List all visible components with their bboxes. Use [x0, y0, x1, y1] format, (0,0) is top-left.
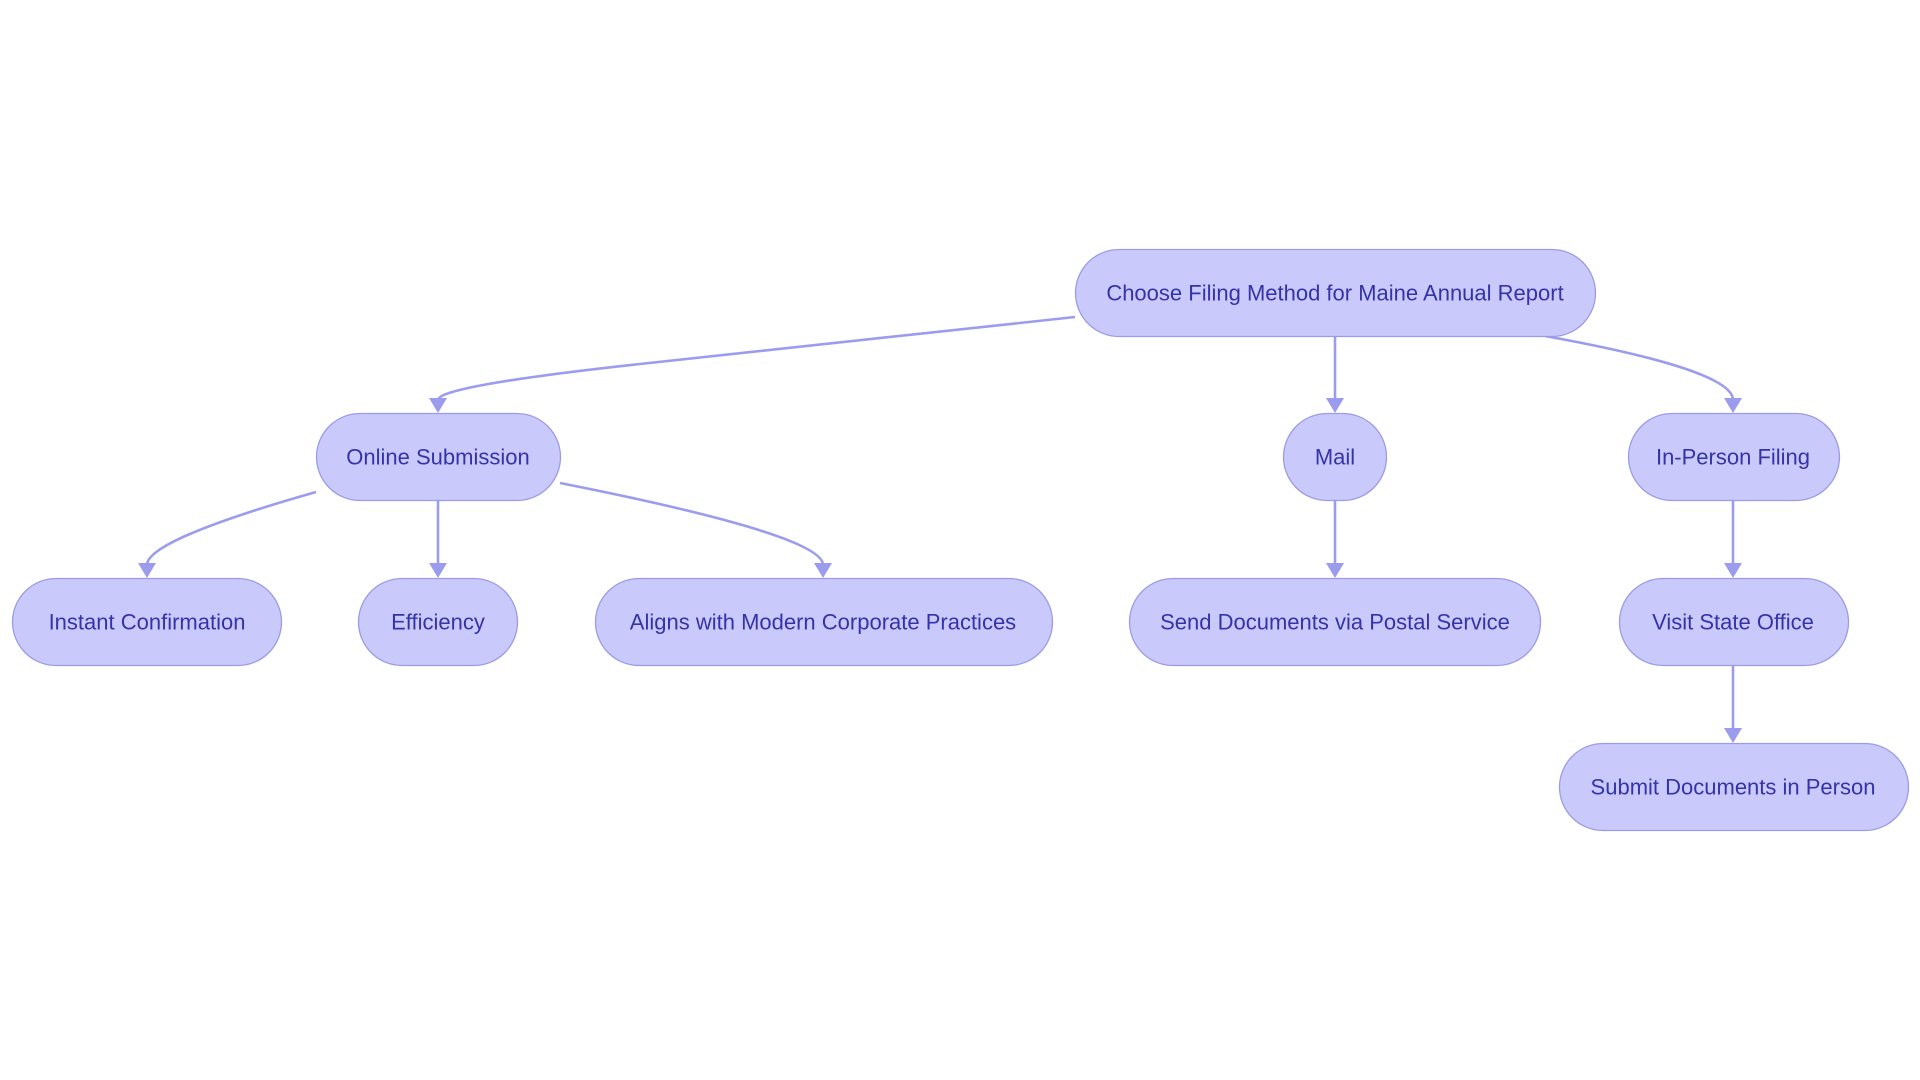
edge-online-to-aligns-modern-practices [559, 481, 825, 566]
arrow-head-in-person-filing [1724, 398, 1742, 413]
arrow-head-visit-office [1724, 563, 1742, 578]
node-online-submission-label: Online Submission [346, 445, 529, 470]
node-submit-documents-in-person-label: Submit Documents in Person [1591, 775, 1876, 800]
node-efficiency-label: Efficiency [391, 610, 485, 635]
flowchart-canvas: Choose Filing Method for Maine Annual Re… [11, 248, 1910, 832]
node-submit-documents-in-person[interactable]: Submit Documents in Person [1558, 742, 1910, 832]
arrow-head-online-submission [429, 398, 447, 413]
arrow-head-instant-confirmation [138, 563, 156, 578]
node-in-person-filing[interactable]: In-Person Filing [1627, 412, 1841, 502]
edges-layer [138, 315, 1742, 743]
arrow-head-aligns-modern-practices [814, 563, 832, 578]
node-send-documents-label: Send Documents via Postal Service [1160, 610, 1510, 635]
node-visit-state-office[interactable]: Visit State Office [1618, 577, 1850, 667]
node-aligns-modern-practices-label: Aligns with Modern Corporate Practices [630, 610, 1016, 635]
arrow-head-send-documents [1326, 563, 1344, 578]
edge-online-to-instant-confirmation [145, 490, 317, 566]
node-visit-state-office-label: Visit State Office [1652, 610, 1814, 635]
arrow-head-submit-documents [1724, 728, 1742, 743]
node-instant-confirmation[interactable]: Instant Confirmation [11, 577, 283, 667]
edge-root-to-online-submission [436, 315, 1076, 401]
node-online-submission[interactable]: Online Submission [315, 412, 562, 502]
node-aligns-modern-practices[interactable]: Aligns with Modern Corporate Practices [594, 577, 1054, 667]
node-root-label: Choose Filing Method for Maine Annual Re… [1106, 281, 1563, 306]
node-efficiency[interactable]: Efficiency [357, 577, 519, 667]
nodes-layer: Choose Filing Method for Maine Annual Re… [11, 248, 1910, 832]
node-in-person-filing-label: In-Person Filing [1656, 445, 1810, 470]
node-mail-label: Mail [1315, 445, 1355, 470]
edge-root-to-in-person-filing [1544, 334, 1735, 401]
node-root[interactable]: Choose Filing Method for Maine Annual Re… [1074, 248, 1597, 338]
arrow-head-mail [1326, 398, 1344, 413]
arrow-head-efficiency [429, 563, 447, 578]
node-instant-confirmation-label: Instant Confirmation [49, 610, 246, 635]
node-mail[interactable]: Mail [1282, 412, 1388, 502]
node-send-documents[interactable]: Send Documents via Postal Service [1128, 577, 1542, 667]
